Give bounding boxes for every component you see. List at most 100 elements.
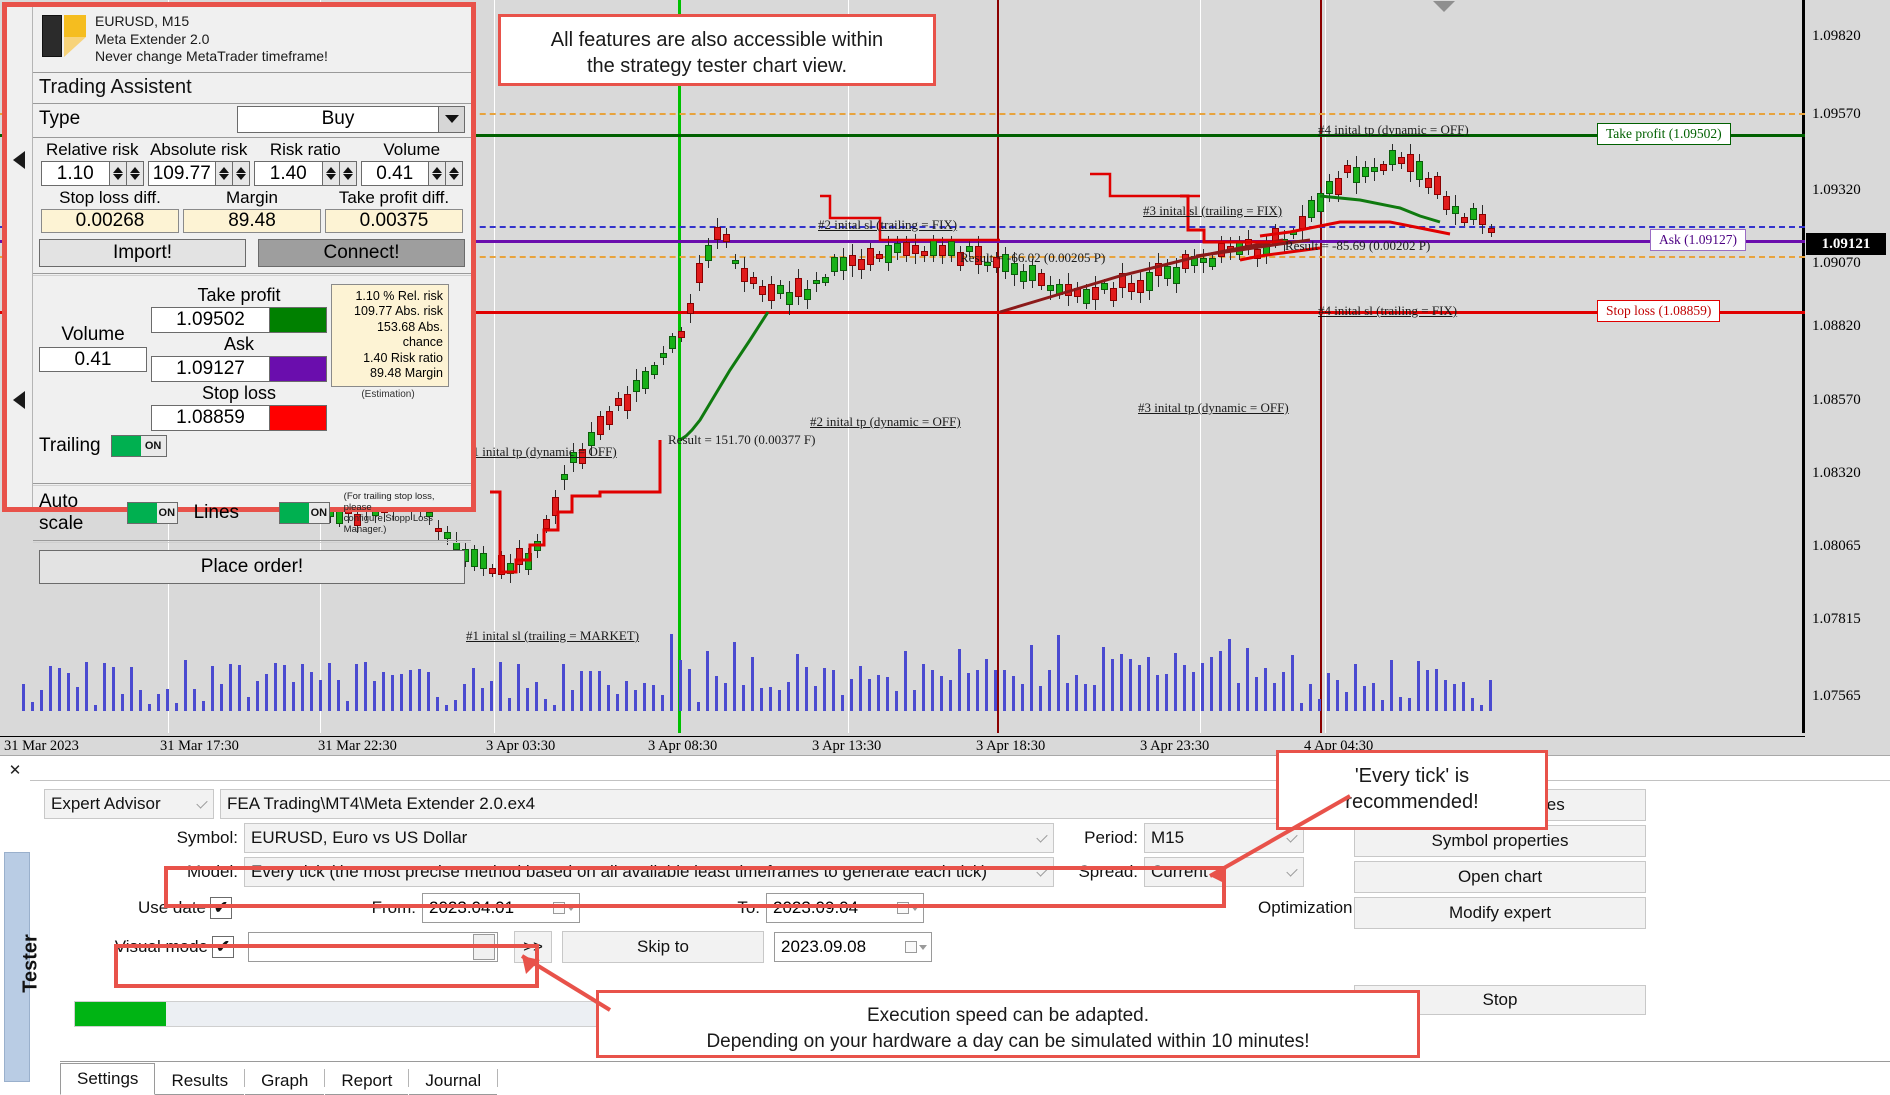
risk-ratio-stepper[interactable]: 1.40 <box>254 160 357 186</box>
open-chart-button[interactable]: Open chart <box>1354 861 1646 893</box>
ask-input[interactable]: 1.09127 <box>151 355 270 382</box>
estimation-line: 1.10 % Rel. risk <box>355 288 443 303</box>
trailing-toggle[interactable]: ON <box>110 434 167 457</box>
tab-graph[interactable]: Graph <box>245 1067 325 1095</box>
stop-loss-badge: Stop loss (1.08859) <box>1597 300 1721 322</box>
chevron-down-icon[interactable] <box>1031 824 1053 852</box>
stepper-up-down-2[interactable] <box>338 161 356 185</box>
take-profit-badge: Take profit (1.09502) <box>1597 123 1731 145</box>
collapse-left-arrow-icon-2[interactable] <box>13 391 25 409</box>
chevron-down-icon[interactable] <box>191 790 213 818</box>
import-button[interactable]: Import! <box>39 238 246 267</box>
field-margin: Margin 89.48 <box>181 188 323 233</box>
volume-input[interactable]: 0.41 <box>39 346 147 372</box>
chart-annotation-2sl: #2 inital sl (trailing = FIX) <box>818 217 958 232</box>
callout-top-features: All features are also accessible within … <box>498 14 936 86</box>
chevron-down-icon[interactable] <box>438 106 464 132</box>
time-tick: 31 Mar 22:30 <box>318 738 397 754</box>
expert-advisor-select[interactable]: Expert Advisor <box>44 789 214 819</box>
skip-to-date-value: 2023.09.08 <box>781 937 867 956</box>
stepper-up-down-2[interactable] <box>232 161 249 185</box>
ask-color-swatch[interactable] <box>270 355 327 382</box>
price-tick: 1.07815 <box>1812 611 1861 627</box>
levels-group: Take profit 1.09502 Ask 1.09127 Stop los… <box>151 283 327 431</box>
expert-path-value: FEA Trading\MT4\Meta Extender 2.0.ex4 <box>227 794 536 813</box>
estimation-line: 1.40 Risk ratio <box>363 350 443 365</box>
chart-annotation-1tp: #1 inital tp (dynamic = OFF) <box>466 444 617 459</box>
price-axis: 1.09820 1.09570 1.09320 1.09070 1.08820 … <box>1808 0 1890 733</box>
tab-journal[interactable]: Journal <box>409 1067 498 1095</box>
take-profit-label: Take profit <box>151 283 327 306</box>
tab-report[interactable]: Report <box>325 1067 409 1095</box>
progress-fill <box>75 1002 166 1026</box>
toggle-knob <box>111 435 141 456</box>
trading-assistant-panel[interactable]: EURUSD, M15 Meta Extender 2.0 Never chan… <box>2 2 476 584</box>
field-take-profit-diff: Take profit diff. 0.00375 <box>323 188 465 233</box>
time-tick: 31 Mar 2023 <box>4 738 79 754</box>
relative-risk-stepper[interactable]: 1.10 <box>41 160 144 186</box>
stepper-up-down-2[interactable] <box>445 161 462 185</box>
stepper-up-down-2[interactable] <box>125 161 143 185</box>
estimation-line: 153.68 Abs. chance <box>376 319 443 350</box>
current-price-badge: 1.09121 <box>1806 233 1886 255</box>
tab-results[interactable]: Results <box>155 1067 245 1095</box>
stepper-buttons[interactable] <box>108 161 143 185</box>
toggle-knob <box>280 502 310 523</box>
stepper-up-down-1[interactable] <box>321 161 339 185</box>
time-tick: 3 Apr 23:30 <box>1140 738 1210 754</box>
skip-to-button[interactable]: Skip to <box>562 931 764 963</box>
type-label: Type <box>39 108 81 129</box>
chart-annotation-3sl: #3 inital sl (trailing = FIX) <box>1143 203 1283 218</box>
price-tick: 1.07565 <box>1812 688 1861 704</box>
meta-extender-logo-icon <box>37 13 87 59</box>
connect-button[interactable]: Connect! <box>258 238 465 267</box>
symbol-select[interactable]: EURUSD, Euro vs US Dollar <box>244 823 1054 853</box>
triangle-down-icon <box>1433 1 1455 12</box>
stepper-up-down-1[interactable] <box>108 161 126 185</box>
time-tick: 3 Apr 13:30 <box>812 738 882 754</box>
stepper-up-down-1[interactable] <box>215 161 232 185</box>
expert-advisor-value: Expert Advisor <box>51 794 161 813</box>
price-tick: 1.08570 <box>1812 392 1861 408</box>
order-type-select[interactable]: Buy <box>237 105 465 133</box>
period-value: M15 <box>1151 828 1185 847</box>
tester-tabs[interactable]: Settings Results Graph Report Journal <box>60 1061 499 1095</box>
lines-label: Lines <box>193 501 240 523</box>
panel-title: Trading Assistent <box>39 75 192 98</box>
callout-speed: Execution speed can be adapted. Dependin… <box>596 990 1420 1058</box>
stepper-up-down-1[interactable] <box>428 161 445 185</box>
field-volume: Volume 0.41 <box>359 138 466 186</box>
auto-scale-toggle[interactable]: ON <box>126 501 178 524</box>
ask-label: Ask <box>151 332 327 355</box>
take-profit-color-swatch[interactable] <box>270 306 327 333</box>
absolute-risk-stepper[interactable]: 109.77 <box>147 160 250 186</box>
volume-stepper[interactable]: 0.41 <box>360 160 463 186</box>
tab-settings[interactable]: Settings <box>60 1063 156 1095</box>
callout-every-tick: 'Every tick' is recommended! <box>1276 750 1548 830</box>
chart-annotation-3tp: #3 inital tp (dynamic = OFF) <box>1138 400 1289 415</box>
stop-loss-input[interactable]: 1.08859 <box>151 404 270 431</box>
skip-to-date-input[interactable]: 2023.09.08 <box>774 932 932 962</box>
take-profit-diff-value: 0.00375 <box>325 208 463 233</box>
lines-toggle[interactable]: ON <box>279 501 330 524</box>
trailing-hint: (For trailing stop loss, please configur… <box>343 490 435 535</box>
take-profit-input[interactable]: 1.09502 <box>151 306 270 333</box>
header-product: Meta Extender 2.0 <box>95 30 210 47</box>
close-icon[interactable]: ✕ <box>6 762 24 780</box>
stop-loss-color-swatch[interactable] <box>270 404 327 431</box>
time-tick: 31 Mar 17:30 <box>160 738 239 754</box>
panel-collapse-gutter[interactable] <box>7 7 33 507</box>
chart-annotation-1sl: #1 inital sl (trailing = MARKET) <box>466 628 640 643</box>
time-tick: 3 Apr 18:30 <box>976 738 1046 754</box>
expert-path-select[interactable]: FEA Trading\MT4\Meta Extender 2.0.ex4 <box>220 789 1388 819</box>
trailing-label: Trailing <box>39 434 101 456</box>
chevron-down-icon[interactable] <box>1281 858 1303 886</box>
place-order-button[interactable]: Place order! <box>39 549 465 584</box>
ask-badge-label: Ask (1.09127) <box>1650 229 1746 251</box>
chart-annotation-4sl: #4 inital sl (trailing = FIX) <box>1318 303 1458 318</box>
modify-expert-button[interactable]: Modify expert <box>1354 897 1646 929</box>
collapse-left-arrow-icon[interactable] <box>13 151 25 169</box>
header-warning: Never change MetaTrader timeframe! <box>95 48 328 64</box>
calendar-icon[interactable] <box>901 933 931 961</box>
price-tick: 1.09320 <box>1812 182 1861 198</box>
